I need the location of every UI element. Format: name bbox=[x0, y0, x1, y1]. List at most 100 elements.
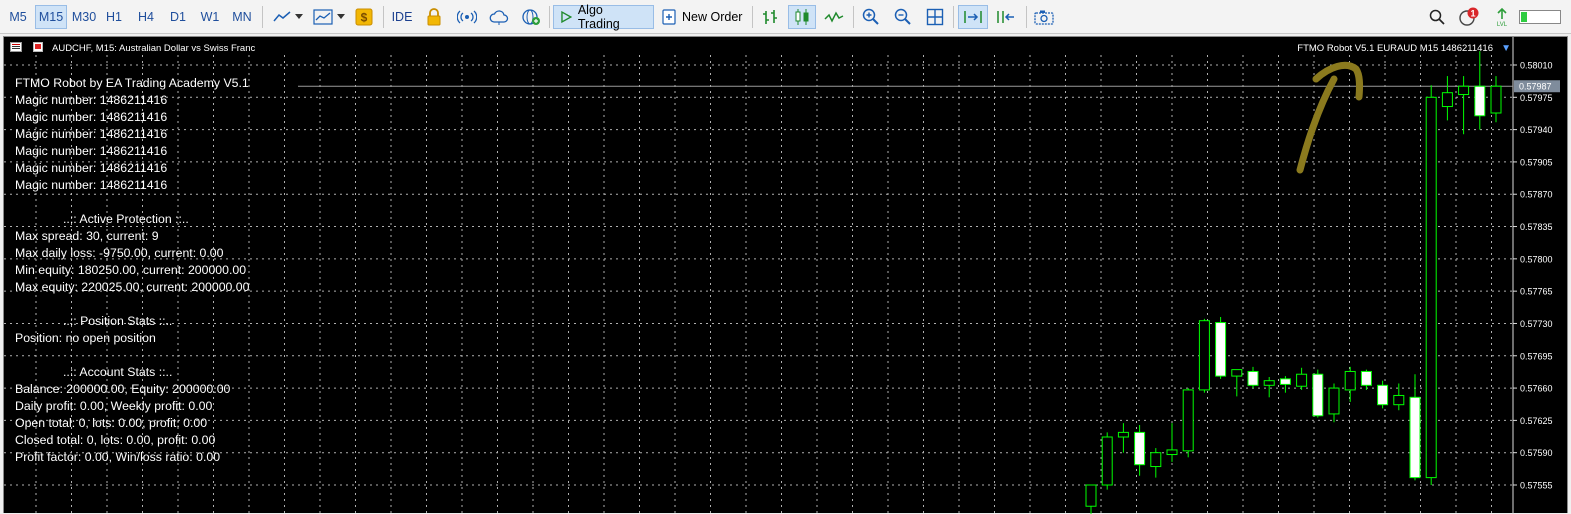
price-axis-label: 0.57625 bbox=[1520, 416, 1553, 426]
candlestick-chart-button[interactable] bbox=[788, 5, 816, 29]
cloud-icon bbox=[489, 10, 509, 25]
account-stats-header: ..:: Account Stats ::.. bbox=[63, 365, 173, 379]
auto-scroll-button[interactable] bbox=[958, 5, 988, 29]
timeframe-m15[interactable]: M15 bbox=[35, 5, 67, 29]
screenshot-button[interactable] bbox=[1031, 5, 1057, 29]
new-order-icon bbox=[662, 9, 676, 25]
timeframe-h4[interactable]: H4 bbox=[133, 5, 159, 29]
candle-bull bbox=[1166, 449, 1178, 456]
chart-menu-icon[interactable] bbox=[10, 42, 22, 52]
chart-shift-icon bbox=[997, 11, 1014, 23]
candle-bull bbox=[1101, 436, 1113, 486]
candle-bull bbox=[1296, 373, 1308, 387]
expert-hat-icon: ▼ bbox=[1501, 43, 1511, 54]
market-button[interactable]: $ bbox=[352, 5, 376, 29]
candle-bull bbox=[1182, 389, 1194, 452]
main-toolbar: M5 M15 M30 H1 H4 D1 W1 MN $ IDE Algo Tra… bbox=[0, 0, 1571, 34]
candle-bull bbox=[1490, 85, 1502, 114]
max-equity-line: Max equity: 220025.00, current: 200000.0… bbox=[15, 280, 250, 294]
min-equity-line: Min equity: 180250.00, current: 200000.0… bbox=[15, 263, 247, 277]
max-daily-loss-line: Max daily loss: -9750.00, current: 0.00 bbox=[15, 246, 224, 260]
notification-count: 1 bbox=[1470, 9, 1475, 19]
position-stats-header: ..:: Position Stats ::.. bbox=[63, 314, 173, 328]
zoom-in-button[interactable] bbox=[858, 5, 884, 29]
toolbar-separator bbox=[383, 6, 384, 28]
candle-bear bbox=[1215, 322, 1227, 377]
toolbar-separator bbox=[853, 6, 854, 28]
toolbar-separator bbox=[953, 6, 954, 28]
timeframe-d1[interactable]: D1 bbox=[165, 5, 191, 29]
search-button[interactable] bbox=[1425, 5, 1449, 29]
candle-bear bbox=[1360, 370, 1372, 386]
timeframe-m5[interactable]: M5 bbox=[4, 5, 32, 29]
grid-icon bbox=[926, 8, 944, 26]
signal-level-button[interactable]: LVL bbox=[1490, 5, 1514, 29]
line-chart-button[interactable] bbox=[821, 5, 847, 29]
zoom-in-icon bbox=[862, 8, 879, 25]
timeframe-w1[interactable]: W1 bbox=[197, 5, 223, 29]
auto-scroll-icon bbox=[964, 11, 982, 23]
connection-bar-icon bbox=[1519, 10, 1561, 24]
chat-icon: 1 bbox=[1459, 7, 1479, 26]
candle-bear bbox=[1312, 373, 1324, 417]
indicators-dropdown[interactable] bbox=[310, 5, 348, 29]
ea-info-panel: FTMO Robot by EA Trading Academy V5.1 Ma… bbox=[15, 75, 250, 466]
candle-bull bbox=[1117, 431, 1129, 438]
bar-chart-button[interactable] bbox=[757, 5, 783, 29]
candle-bull bbox=[1441, 92, 1453, 108]
price-axis-label: 0.57835 bbox=[1520, 222, 1553, 232]
chart-symbol-title: AUDCHF, M15: Australian Dollar vs Swiss … bbox=[52, 43, 256, 54]
dollar-icon: $ bbox=[355, 8, 373, 26]
algo-trading-button[interactable]: Algo Trading bbox=[553, 3, 654, 31]
price-axis-label: 0.57765 bbox=[1520, 287, 1553, 297]
chart-type-dropdown[interactable] bbox=[269, 5, 307, 29]
tile-windows-button[interactable] bbox=[922, 5, 948, 29]
camera-icon bbox=[1034, 10, 1054, 25]
annotation-arrow bbox=[1296, 61, 1364, 174]
candle-bull bbox=[1198, 320, 1210, 391]
cloud-button[interactable] bbox=[486, 5, 512, 29]
price-axis-label: 0.57975 bbox=[1520, 93, 1553, 103]
candle-bear bbox=[1134, 431, 1146, 466]
timeframe-mn[interactable]: MN bbox=[228, 5, 256, 29]
profit-factor-line: Profit factor: 0.00, Win/loss ratio: 0.0… bbox=[15, 450, 221, 464]
candle-bull bbox=[1458, 85, 1470, 96]
candlestick-icon bbox=[795, 9, 809, 25]
signal-level-icon: LVL bbox=[1497, 7, 1508, 27]
open-total-line: Open total: 0, lots: 0.00, profit: 0.00 bbox=[15, 416, 208, 430]
price-axis-label: 0.57695 bbox=[1520, 351, 1553, 361]
bars-icon bbox=[763, 10, 777, 24]
timeframe-h1[interactable]: H1 bbox=[101, 5, 127, 29]
zoom-out-icon bbox=[894, 8, 911, 25]
candle-bull bbox=[1231, 369, 1243, 377]
price-axis-label: 0.57590 bbox=[1520, 448, 1553, 458]
price-axis-label: 0.57940 bbox=[1520, 125, 1553, 135]
signals-button[interactable] bbox=[454, 5, 480, 29]
toolbar-separator bbox=[549, 6, 550, 28]
chart-shift-button[interactable] bbox=[992, 5, 1020, 29]
zoom-out-button[interactable] bbox=[890, 5, 916, 29]
radio-signal-icon bbox=[457, 10, 477, 24]
svg-text:$: $ bbox=[361, 11, 368, 25]
expert-advisor-label: FTMO Robot V5.1 EURAUD M15 1486211416 bbox=[1297, 43, 1493, 54]
candle-bear bbox=[1279, 378, 1291, 385]
candle-bull bbox=[1085, 484, 1097, 507]
connection-indicator[interactable] bbox=[1518, 5, 1562, 29]
price-axis-label: 0.57660 bbox=[1520, 384, 1553, 394]
market-watch-button[interactable] bbox=[518, 5, 544, 29]
indicators-icon bbox=[313, 9, 333, 25]
chart-flag-icon bbox=[33, 42, 43, 52]
timeframe-m30[interactable]: M30 bbox=[69, 5, 99, 29]
position-line: Position: no open position bbox=[15, 331, 156, 345]
magic-number-line: Magic number: 1486211416 bbox=[15, 110, 168, 124]
magic-number-line: Magic number: 1486211416 bbox=[15, 178, 168, 192]
vps-button[interactable] bbox=[422, 5, 446, 29]
ide-button[interactable]: IDE bbox=[389, 5, 415, 29]
notifications-button[interactable]: 1 bbox=[1455, 5, 1483, 29]
candle-bull bbox=[1150, 452, 1162, 468]
new-order-button[interactable]: New Order bbox=[660, 5, 745, 29]
magic-number-line: Magic number: 1486211416 bbox=[15, 144, 168, 158]
globe-plus-icon bbox=[522, 9, 540, 25]
closed-total-line: Closed total: 0, lots: 0.00, profit: 0.0… bbox=[15, 433, 216, 447]
chart-window[interactable]: 0.58010 0.57975 0.57940 0.57905 0.57870 0.578… bbox=[3, 36, 1568, 514]
